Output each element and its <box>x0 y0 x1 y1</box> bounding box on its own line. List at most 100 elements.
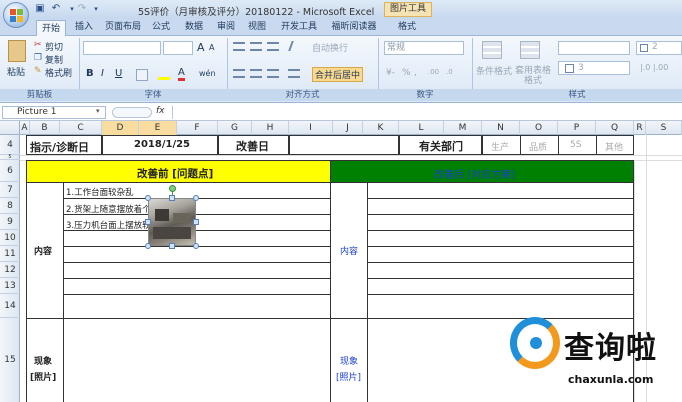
rotate-handle[interactable] <box>169 185 176 192</box>
phonetic-button[interactable]: wén <box>199 69 216 78</box>
col-header-n[interactable]: N <box>482 121 520 135</box>
col-header-g[interactable]: G <box>218 121 252 135</box>
resize-handle-sw[interactable] <box>145 243 151 249</box>
row-header-9[interactable]: 9 <box>0 214 20 230</box>
percent-button[interactable]: % <box>402 68 411 78</box>
resize-handle-ne[interactable] <box>193 195 199 201</box>
redo-icon[interactable]: ↷ <box>76 3 88 15</box>
customize-qat-icon[interactable]: ▾ <box>90 3 102 15</box>
office-button[interactable] <box>3 2 29 28</box>
insert-function-button[interactable]: fx <box>156 106 165 116</box>
shrink-font-button[interactable]: A <box>209 43 214 52</box>
paste-button[interactable]: 粘贴 <box>7 65 25 78</box>
col-header-f[interactable]: F <box>177 121 218 135</box>
tab-insert[interactable]: 插入 <box>69 19 99 36</box>
tab-developer[interactable]: 开发工具 <box>276 19 322 36</box>
col-header-o[interactable]: O <box>520 121 558 135</box>
bold-button[interactable]: B <box>86 68 94 79</box>
formula-bar-resize-handle[interactable] <box>112 107 152 118</box>
tab-page-layout[interactable]: 页面布局 <box>102 19 144 36</box>
indicator-label: 指示/诊断日 <box>30 141 90 154</box>
resize-handle-w[interactable] <box>145 219 151 225</box>
tab-view[interactable]: 视图 <box>244 19 270 36</box>
col-header-h[interactable]: H <box>252 121 289 135</box>
row-header-4[interactable]: 4 <box>0 135 20 155</box>
save-icon[interactable]: ▣ <box>34 3 46 15</box>
increase-decimal-icon[interactable]: .00 <box>428 68 439 76</box>
align-middle-icon[interactable] <box>250 42 262 51</box>
row-header-10[interactable]: 10 <box>0 230 20 246</box>
italic-button[interactable]: I <box>101 68 104 79</box>
table-format-button[interactable]: 套用表格格式 <box>514 66 552 86</box>
tab-formulas[interactable]: 公式 <box>148 19 174 36</box>
conditional-format-icon[interactable] <box>482 41 502 59</box>
col-header-e[interactable]: E <box>139 121 177 135</box>
picture-1[interactable] <box>148 198 196 246</box>
name-box[interactable]: Picture 1 <box>2 106 106 119</box>
col-header-m[interactable]: M <box>444 121 482 135</box>
row-header-12[interactable]: 12 <box>0 262 20 278</box>
row-header-11[interactable]: 11 <box>0 246 20 262</box>
cell-style-field-1[interactable] <box>558 41 630 55</box>
comma-style-icon[interactable]: , <box>414 68 417 78</box>
tab-data[interactable]: 数据 <box>180 19 208 36</box>
tab-home[interactable]: 开始 <box>36 20 66 36</box>
resize-handle-se[interactable] <box>193 243 199 249</box>
tab-review[interactable]: 审阅 <box>213 19 239 36</box>
col-header-a[interactable]: A <box>20 121 30 135</box>
col-header-i[interactable]: I <box>289 121 333 135</box>
number-format-select[interactable]: 常规 <box>384 41 464 55</box>
row-header-13[interactable]: 13 <box>0 278 20 294</box>
resize-handle-e[interactable] <box>193 219 199 225</box>
copy-button[interactable]: 复制 <box>45 53 63 66</box>
underline-button[interactable]: U <box>115 68 122 79</box>
row-header-14[interactable]: 14 <box>0 294 20 318</box>
col-header-r[interactable]: R <box>634 121 646 135</box>
align-right-icon[interactable] <box>267 69 279 78</box>
row-header-7[interactable]: 7 <box>0 182 20 198</box>
col-header-s[interactable]: S <box>646 121 682 135</box>
cut-button[interactable]: 剪切 <box>45 40 63 53</box>
select-all-button[interactable] <box>0 121 20 135</box>
borders-icon[interactable] <box>136 69 148 81</box>
align-top-icon[interactable] <box>233 42 245 51</box>
align-left-icon[interactable] <box>233 69 245 78</box>
resize-handle-s[interactable] <box>169 243 175 249</box>
orientation-icon[interactable] <box>288 41 302 51</box>
col-header-q[interactable]: Q <box>596 121 634 135</box>
font-name-select[interactable] <box>83 41 161 55</box>
font-color-icon[interactable]: A <box>178 67 185 81</box>
decrease-indent-icon[interactable] <box>288 69 300 78</box>
formula-input[interactable] <box>172 106 682 119</box>
font-size-select[interactable] <box>163 41 193 55</box>
col-header-p[interactable]: P <box>558 121 596 135</box>
row-header-15[interactable]: 15 <box>0 318 20 402</box>
col-header-j[interactable]: J <box>333 121 363 135</box>
merge-center-button[interactable]: 合并后居中 <box>312 67 364 82</box>
resize-handle-n[interactable] <box>169 195 175 201</box>
tab-format[interactable]: 格式 <box>392 19 422 36</box>
wrap-text-button[interactable]: 自动换行 <box>312 41 348 54</box>
format-painter-button[interactable]: 格式刷 <box>45 66 72 79</box>
tab-foxit-reader[interactable]: 福昕阅读器 <box>326 19 382 36</box>
col-header-b[interactable]: B <box>30 121 60 135</box>
accounting-format-icon[interactable]: ¥- <box>386 68 395 78</box>
improve-date-value-cell[interactable] <box>289 135 399 155</box>
align-bottom-icon[interactable] <box>267 42 279 51</box>
fill-color-icon[interactable] <box>158 70 170 80</box>
col-header-c[interactable]: C <box>60 121 102 135</box>
table-format-icon[interactable] <box>520 41 540 59</box>
conditional-format-button[interactable]: 条件格式 <box>476 64 512 77</box>
grow-font-button[interactable]: A <box>197 41 205 54</box>
row-header-6[interactable]: 6 <box>0 160 20 182</box>
decrease-decimal-icon[interactable]: .0 <box>446 68 453 76</box>
col-header-d[interactable]: D <box>102 121 139 135</box>
undo-icon[interactable]: ↶ <box>50 3 62 15</box>
row-header-8[interactable]: 8 <box>0 198 20 214</box>
name-box-dropdown-icon[interactable]: ▾ <box>96 107 100 115</box>
col-header-l[interactable]: L <box>399 121 444 135</box>
col-header-k[interactable]: K <box>363 121 399 135</box>
resize-handle-nw[interactable] <box>145 195 151 201</box>
align-center-icon[interactable] <box>250 69 262 78</box>
paste-icon[interactable] <box>8 40 26 62</box>
